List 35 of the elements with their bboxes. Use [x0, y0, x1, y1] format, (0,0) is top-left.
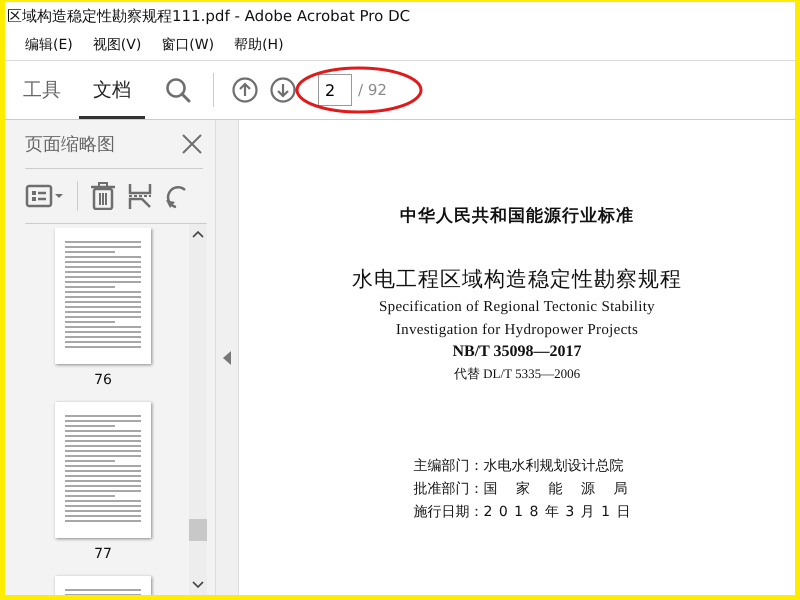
panel-title: 页面缩略图: [25, 133, 115, 156]
close-icon[interactable]: [181, 133, 203, 155]
search-icon[interactable]: [165, 77, 191, 103]
detail-value: 国 家 能 源 局: [483, 480, 628, 498]
document-title: 水电工程区域构造稳定性勘察规程: [352, 266, 682, 293]
menu-item[interactable]: 窗口(W): [161, 36, 214, 54]
detail-value: 水电水利规划设计总院: [483, 457, 624, 475]
window-title: 区域构造稳定性勘察规程111.pdf - Adobe Acrobat Pro DC: [7, 6, 410, 26]
options-menu-icon[interactable]: [25, 183, 65, 209]
tab[interactable]: 工具: [9, 61, 75, 119]
detail-label: 主编部门：: [413, 457, 484, 475]
page-thumbnail[interactable]: [55, 228, 151, 364]
split-page-icon[interactable]: [128, 182, 152, 210]
page-number-field[interactable]: 2: [318, 74, 352, 106]
page-number: 76: [94, 372, 112, 388]
page-count: / 92: [358, 81, 387, 99]
scroll-up-icon[interactable]: [192, 230, 204, 238]
detail-label: 批准部门：: [413, 480, 484, 498]
page-number: 77: [94, 546, 112, 562]
collapse-arrow-icon[interactable]: [223, 350, 231, 364]
standard-code: NB/T 35098—2017: [452, 343, 582, 361]
trash-icon[interactable]: [90, 182, 116, 210]
scroll-down-icon[interactable]: [192, 581, 204, 589]
scrollbar[interactable]: [189, 224, 207, 595]
detail-value: 2 0 1 8 年 3 月 1 日: [483, 503, 631, 521]
english-title: Investigation for Hydropower Projects: [396, 322, 638, 339]
scroll-thumb[interactable]: [189, 519, 207, 541]
page-thumbnail[interactable]: [55, 402, 151, 538]
menu-item[interactable]: 编辑(E): [25, 36, 73, 54]
menu-item[interactable]: 帮助(H): [234, 36, 284, 54]
replaced-standard: 代替 DL/T 5335—2006: [454, 365, 580, 383]
standard-category: 中华人民共和国能源行业标准: [400, 205, 634, 227]
detail-label: 施行日期：: [413, 503, 484, 521]
english-title: Specification of Regional Tectonic Stability: [379, 299, 655, 316]
menu-item[interactable]: 视图(V): [92, 36, 142, 54]
